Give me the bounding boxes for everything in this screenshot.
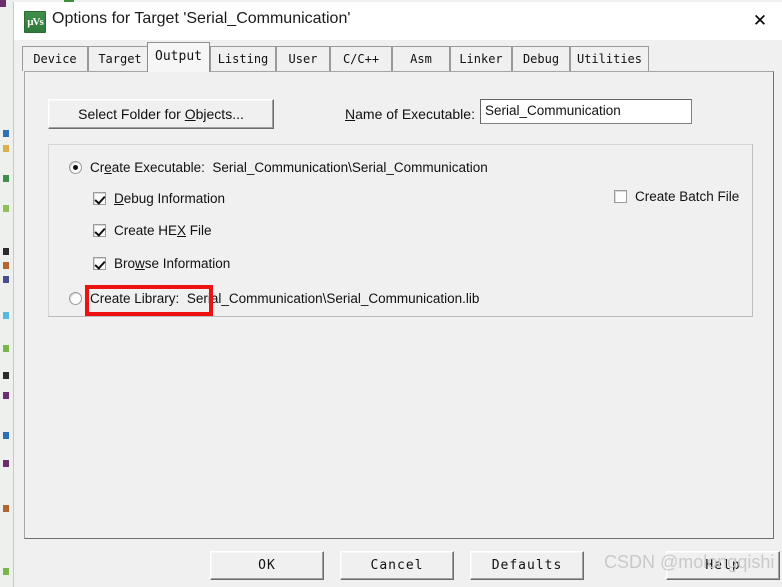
- options-dialog: µVs Options for Target 'Serial_Communica…: [13, 2, 782, 587]
- create-hex-file-checkbox[interactable]: [93, 224, 106, 237]
- title-bar: µVs Options for Target 'Serial_Communica…: [14, 2, 782, 41]
- create-executable-radio[interactable]: [69, 161, 82, 174]
- browse-information-checkbox[interactable]: [93, 257, 106, 270]
- tab-c-cpp[interactable]: C/C++: [330, 46, 392, 71]
- background-icon: [3, 568, 9, 575]
- background-icon: [3, 432, 9, 439]
- create-library-radio[interactable]: [69, 292, 82, 305]
- create-batch-file-checkbox[interactable]: [614, 190, 627, 203]
- browse-information-label: Browse Information: [114, 256, 231, 271]
- ok-button[interactable]: OK: [210, 551, 324, 580]
- help-button[interactable]: Help: [666, 551, 780, 580]
- background-icon: [3, 205, 9, 212]
- create-executable-label: Create Executable: Serial_Communication\…: [90, 160, 488, 175]
- tab-target[interactable]: Target: [88, 46, 152, 71]
- background-icon: [3, 262, 9, 269]
- create-library-path: Serial_Communication\Serial_Communicatio…: [186, 291, 480, 306]
- background-icon: [3, 505, 9, 512]
- background-icon: [3, 345, 9, 352]
- debug-information-label: Debug Information: [114, 191, 226, 206]
- tab-asm[interactable]: Asm: [392, 46, 450, 71]
- name-of-executable-label: Name of Executable:: [345, 106, 475, 122]
- background-icon: [3, 392, 9, 399]
- debug-information-checkbox[interactable]: [93, 192, 106, 205]
- cancel-button[interactable]: Cancel: [340, 551, 454, 580]
- dialog-title: Options for Target 'Serial_Communication…: [52, 10, 351, 27]
- background-icon: [3, 312, 9, 319]
- background-icon: [3, 130, 9, 137]
- create-hex-file-label: Create HEX File: [114, 223, 212, 238]
- defaults-button[interactable]: Defaults: [470, 551, 584, 580]
- screen: µVs Options for Target 'Serial_Communica…: [0, 0, 782, 587]
- tab-strip: Device Target Output Listing User C/C++ …: [14, 40, 782, 72]
- tab-output[interactable]: Output: [147, 42, 210, 72]
- uvision-logo-icon: µVs: [24, 11, 46, 33]
- background-window-strip: [0, 0, 13, 587]
- tab-device[interactable]: Device: [22, 46, 88, 71]
- background-icon: [3, 248, 9, 255]
- output-options-group: Create Executable: Serial_Communication\…: [48, 144, 753, 317]
- background-icon: [0, 0, 6, 7]
- background-icon: [3, 175, 9, 182]
- output-tab-page: Select Folder for Objects... Name of Exe…: [24, 71, 774, 539]
- create-library-text: Create Library:: [90, 291, 180, 306]
- tab-listing[interactable]: Listing: [210, 46, 276, 71]
- select-folder-for-objects-button[interactable]: Select Folder for Objects...: [48, 99, 274, 129]
- tab-utilities[interactable]: Utilities: [570, 46, 649, 71]
- tab-debug[interactable]: Debug: [512, 46, 570, 71]
- tab-linker[interactable]: Linker: [450, 46, 512, 71]
- select-folder-label: Select Folder for Objects...: [78, 106, 244, 122]
- background-icon: [3, 276, 9, 283]
- background-icon: [3, 460, 9, 467]
- name-of-executable-input[interactable]: Serial_Communication: [480, 99, 692, 124]
- create-library-label: Create Library: Serial_Communication\Ser…: [90, 291, 479, 307]
- create-batch-file-label: Create Batch File: [635, 189, 740, 204]
- tab-user[interactable]: User: [276, 46, 330, 71]
- background-icon: [3, 145, 9, 152]
- create-executable-path: Serial_Communication\Serial_Communicatio…: [212, 160, 488, 175]
- close-icon[interactable]: ✕: [737, 2, 782, 40]
- background-icon: [3, 372, 9, 379]
